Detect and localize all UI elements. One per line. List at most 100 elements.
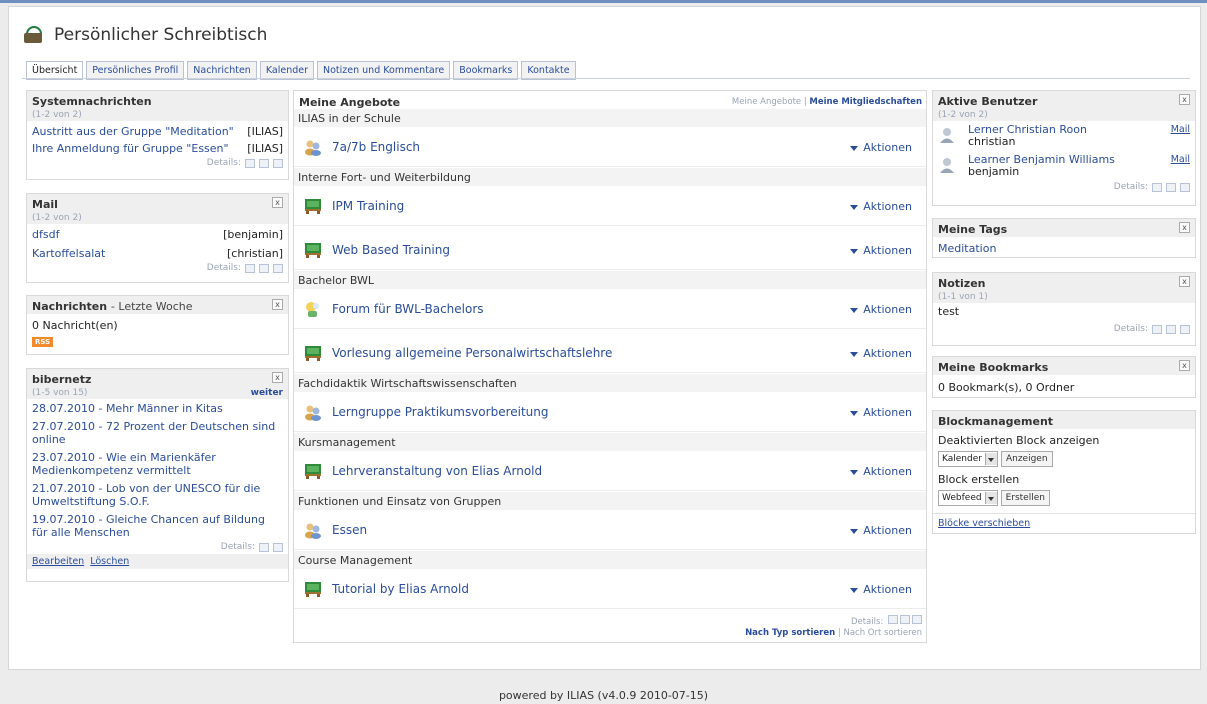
- actions-dropdown[interactable]: Aktionen: [850, 244, 912, 257]
- close-icon[interactable]: x: [1179, 94, 1190, 105]
- details-label: Details:: [1113, 324, 1148, 334]
- details-small-icon[interactable]: [888, 615, 898, 624]
- item-title-link[interactable]: Web Based Training: [332, 243, 450, 257]
- block-title: Nachrichten - Letzte Woche x: [27, 296, 288, 314]
- actions-dropdown[interactable]: Aktionen: [850, 347, 912, 360]
- anzeigen-button[interactable]: Anzeigen: [1000, 451, 1053, 467]
- list-item[interactable]: Kartoffelsalat [christian]: [27, 243, 288, 262]
- item-title-link[interactable]: Forum für BWL-Bachelors: [332, 302, 484, 316]
- group-icon: [305, 405, 321, 421]
- actions-dropdown[interactable]: Aktionen: [850, 303, 912, 316]
- item-title-link[interactable]: 7a/7b Englisch: [332, 140, 420, 154]
- close-icon[interactable]: x: [272, 372, 283, 383]
- block-type-select[interactable]: Webfeed: [938, 490, 998, 506]
- note-item[interactable]: test: [933, 303, 1195, 320]
- actions-dropdown[interactable]: Aktionen: [850, 406, 912, 419]
- list-item[interactable]: dfsdf [benjamin]: [27, 224, 288, 243]
- item-title-link[interactable]: Lerngruppe Praktikumsvorbereitung: [332, 405, 549, 419]
- list-item: Web Based Training Aktionen: [294, 230, 926, 270]
- sort-by-type-link[interactable]: Nach Typ sortieren: [745, 628, 835, 638]
- course-icon: [305, 199, 321, 214]
- systemnachrichten-block: Systemnachrichten (1-2 von 2) Austritt a…: [26, 90, 289, 180]
- details-small-icon[interactable]: [1152, 324, 1162, 334]
- feed-item[interactable]: 19.07.2010 - Gleiche Chancen auf Bildung…: [27, 510, 288, 541]
- feed-item[interactable]: 27.07.2010 - 72 Prozent der Deutschen si…: [27, 417, 288, 448]
- feed-item[interactable]: 21.07.2010 - Lob von der UNESCO für die …: [27, 479, 288, 510]
- actions-dropdown[interactable]: Aktionen: [850, 524, 912, 537]
- mail-subject[interactable]: Kartoffelsalat: [32, 247, 105, 260]
- details-bar: Details:: [933, 320, 1195, 336]
- caret-down-icon: [850, 204, 859, 210]
- details-full-icon[interactable]: [912, 615, 922, 624]
- category-header: Course Management: [294, 551, 926, 569]
- block-title-text: Meine Tags: [938, 223, 1008, 236]
- details-medium-icon[interactable]: [1166, 182, 1176, 192]
- mail-link[interactable]: Mail: [1171, 154, 1190, 165]
- user-name-block: Lerner Christian Roon christian: [968, 124, 1171, 148]
- actions-dropdown[interactable]: Aktionen: [850, 583, 912, 596]
- item-title-link[interactable]: IPM Training: [332, 199, 404, 213]
- user-login: benjamin: [968, 165, 1020, 178]
- item-title-link[interactable]: Essen: [332, 523, 367, 537]
- details-full-icon[interactable]: [273, 263, 283, 273]
- view-angebote-link[interactable]: Meine Angebote: [732, 97, 801, 107]
- user-avatar-icon: [940, 128, 954, 143]
- item-title-link[interactable]: Lehrveranstaltung von Elias Arnold: [332, 464, 542, 478]
- close-icon[interactable]: x: [272, 197, 283, 208]
- sort-by-place-link[interactable]: Nach Ort sortieren: [843, 628, 922, 638]
- close-icon[interactable]: x: [1179, 276, 1190, 287]
- message-link[interactable]: Austritt aus der Gruppe "Meditation": [32, 125, 234, 138]
- course-icon: [305, 243, 321, 258]
- details-small-icon[interactable]: [245, 263, 255, 273]
- list-item[interactable]: Ihre Anmeldung für Gruppe "Essen" [ILIAS…: [27, 140, 288, 157]
- tag-link[interactable]: Meditation: [933, 237, 1195, 257]
- user-login: christian: [968, 135, 1016, 148]
- more-link[interactable]: weiter: [251, 388, 283, 398]
- list-item[interactable]: Austritt aus der Gruppe "Meditation" [IL…: [27, 121, 288, 140]
- details-bar: Details:: [27, 262, 288, 275]
- group-icon: [305, 140, 321, 156]
- erstellen-button[interactable]: Erstellen: [1000, 490, 1050, 506]
- details-small-icon[interactable]: [259, 542, 269, 552]
- details-medium-icon[interactable]: [273, 542, 283, 552]
- edit-link[interactable]: Bearbeiten: [32, 556, 84, 567]
- feed-item[interactable]: 28.07.2010 - Mehr Männer in Kitas: [27, 399, 288, 417]
- close-icon[interactable]: x: [272, 299, 283, 310]
- mail-block: Mail x (1-2 von 2) dfsdf [benjamin] Karto…: [26, 193, 289, 283]
- details-full-icon[interactable]: [1180, 324, 1190, 334]
- delete-link[interactable]: Löschen: [90, 556, 129, 567]
- mail-subject[interactable]: dfsdf: [32, 228, 59, 241]
- block-select[interactable]: Kalender: [938, 451, 998, 467]
- details-medium-icon[interactable]: [900, 615, 910, 624]
- actions-dropdown[interactable]: Aktionen: [850, 141, 912, 154]
- message-link[interactable]: Ihre Anmeldung für Gruppe "Essen": [32, 142, 229, 155]
- show-block-controls: Kalender Anzeigen: [933, 449, 1195, 469]
- details-medium-icon[interactable]: [1166, 324, 1176, 334]
- item-title-link[interactable]: Vorlesung allgemeine Personalwirtschafts…: [332, 346, 612, 360]
- details-medium-icon[interactable]: [259, 158, 269, 168]
- category-header: ILIAS in der Schule: [294, 109, 926, 127]
- details-full-icon[interactable]: [1180, 182, 1190, 192]
- feed-item[interactable]: 23.07.2010 - Wie ein Marienkäfer Medienk…: [27, 448, 288, 479]
- block-title-text: Nachrichten: [32, 300, 108, 313]
- move-blocks-link[interactable]: Blöcke verschieben: [938, 518, 1030, 529]
- block-title-text: bibernetz: [32, 373, 92, 386]
- mail-link[interactable]: Mail: [1171, 124, 1190, 135]
- actions-dropdown[interactable]: Aktionen: [850, 200, 912, 213]
- details-full-icon[interactable]: [273, 158, 283, 168]
- view-mitgliedschaften-link[interactable]: Meine Mitgliedschaften: [809, 97, 922, 107]
- blockmanagement-block: Blockmanagement Deaktivierten Block anze…: [932, 410, 1196, 534]
- rss-icon[interactable]: RSS: [32, 337, 54, 347]
- category-header: Bachelor BWL: [294, 271, 926, 289]
- item-title-link[interactable]: Tutorial by Elias Arnold: [332, 582, 469, 596]
- group-icon: [305, 523, 321, 539]
- details-bar: Details:: [27, 157, 288, 170]
- footer: powered by ILIAS (v4.0.9 2010-07-15): [498, 689, 709, 702]
- details-small-icon[interactable]: [245, 158, 255, 168]
- details-medium-icon[interactable]: [259, 263, 269, 273]
- user-row: Lerner Christian Roon christian Mail: [933, 121, 1195, 151]
- details-small-icon[interactable]: [1152, 182, 1162, 192]
- close-icon[interactable]: x: [1179, 360, 1190, 371]
- actions-dropdown[interactable]: Aktionen: [850, 465, 912, 478]
- close-icon[interactable]: x: [1179, 222, 1190, 233]
